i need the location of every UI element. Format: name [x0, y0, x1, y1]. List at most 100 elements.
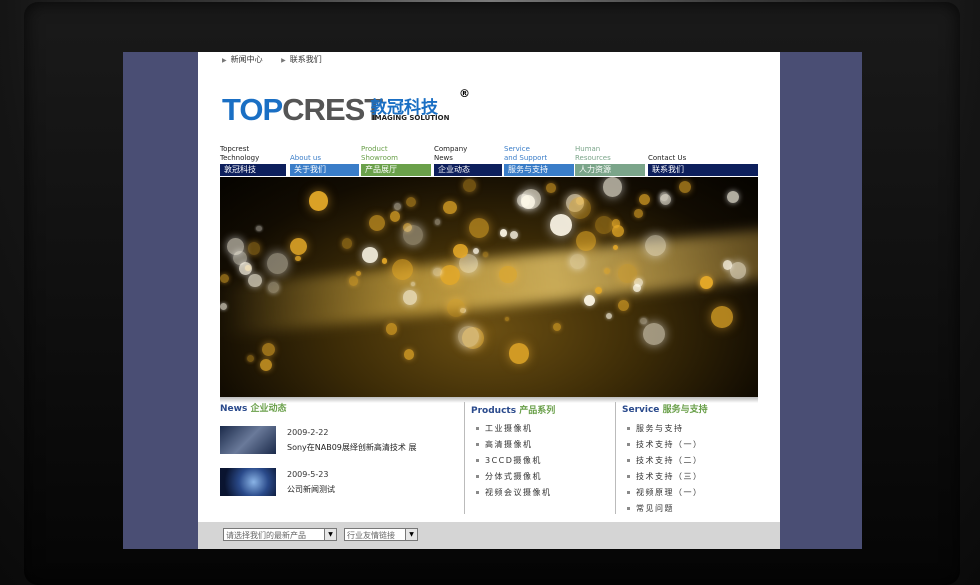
service-list: 服务与支持 技术支持（一） 技术支持（二） 技术支持（三） 视频原理（一） 常见… [627, 423, 703, 519]
bokeh-dot [617, 299, 629, 312]
list-item[interactable]: 常见问题 [627, 503, 703, 519]
bokeh-dot [227, 238, 244, 255]
bokeh-dot [499, 265, 517, 283]
bokeh-dot [368, 214, 385, 231]
list-item[interactable]: 服务与支持 [627, 423, 703, 439]
news-item[interactable]: 2009-2-22 Sony在NAB09展绎创新高清技术 展 [220, 426, 450, 460]
nav-cn-label: 服务与支持 [504, 164, 574, 176]
footer-bar: 请选择我们的最新产品 ▼ 行业友情链接 ▼ [198, 522, 780, 549]
bokeh-dot [570, 254, 585, 269]
bokeh-dot [583, 294, 595, 306]
bokeh-dot [711, 306, 733, 328]
bokeh-dot [308, 190, 329, 211]
bokeh-dot [385, 323, 397, 335]
bokeh-dot [381, 258, 388, 264]
bokeh-dot [261, 343, 275, 357]
bokeh-dot [259, 359, 272, 372]
bokeh-dot [722, 260, 733, 270]
topcrest-logo[interactable]: TOPCREST 敦冠科技 ® IMAGING SOLUTION [222, 87, 470, 128]
bokeh-dot [552, 322, 561, 331]
nav-news[interactable]: Company News 企业动态 [434, 140, 502, 176]
main-nav: Topcrest Technology 敦冠科技 About us 关于我们 P… [220, 140, 758, 176]
hero-banner-image [220, 177, 758, 397]
nav-products[interactable]: Product Showroom 产品展厅 [361, 140, 431, 176]
bokeh-dot [220, 273, 230, 283]
bokeh-dot [606, 312, 613, 319]
bokeh-dot [267, 253, 289, 275]
news-item[interactable]: 2009-5-23 公司新闻测试 [220, 468, 450, 502]
nav-about[interactable]: About us 关于我们 [290, 140, 359, 176]
nav-en-label: Service and Support [504, 145, 548, 162]
bokeh-dot [294, 255, 301, 262]
bokeh-dot [549, 214, 572, 236]
bokeh-dot [452, 243, 468, 259]
list-item[interactable]: 技术支持（三） [627, 471, 703, 487]
nav-service[interactable]: Service and Support 服务与支持 [504, 140, 574, 176]
dropdown-arrow-icon: ▼ [324, 529, 336, 540]
bokeh-dot [504, 316, 510, 322]
products-list: 工业摄像机 高清摄像机 3CCD摄像机 分体式摄像机 视频会议摄像机 [476, 423, 552, 503]
column-divider [615, 402, 616, 514]
bokeh-dot [660, 194, 672, 206]
bokeh-dot [247, 242, 261, 256]
bokeh-dot [267, 281, 279, 293]
bokeh-dot [634, 209, 643, 218]
links-select[interactable]: 行业友情链接 ▼ [344, 528, 418, 541]
news-title[interactable]: Sony在NAB09展绎创新高清技术 展 [287, 442, 416, 453]
bokeh-dot [238, 261, 252, 275]
list-item[interactable]: 视频会议摄像机 [476, 487, 552, 503]
website-page: ▶ 新闻中心 ▶ 联系我们 TOPCREST 敦冠科技 ® IMAGING SOLU… [198, 52, 780, 549]
logo-crest: CREST [282, 92, 383, 127]
bokeh-dot [246, 354, 254, 362]
bokeh-dot [594, 287, 602, 295]
nav-hr[interactable]: Human Resources 人力资源 [575, 140, 645, 176]
bokeh-dot [256, 225, 262, 232]
top-links: ▶ 新闻中心 ▶ 联系我们 [222, 54, 338, 65]
top-link-contact[interactable]: 联系我们 [290, 55, 322, 64]
list-item[interactable]: 视频原理（一） [627, 487, 703, 503]
bokeh-dot [247, 273, 262, 288]
bokeh-dot [342, 238, 353, 249]
top-link-news[interactable]: 新闻中心 [231, 55, 263, 64]
bokeh-dot [643, 323, 665, 345]
dropdown-arrow-icon: ▼ [405, 529, 417, 540]
bokeh-dot [458, 325, 480, 347]
bokeh-dot [390, 211, 401, 222]
bokeh-dot [520, 195, 535, 210]
bokeh-dot [508, 343, 530, 364]
bokeh-dot [483, 252, 488, 257]
nav-en-label: About us [290, 154, 322, 162]
nav-contact[interactable]: Contact Us 联系我们 [648, 140, 758, 176]
nav-topcrest[interactable]: Topcrest Technology 敦冠科技 [220, 140, 286, 176]
list-item[interactable]: 工业摄像机 [476, 423, 552, 439]
bokeh-dot [405, 196, 416, 207]
bokeh-dot [348, 276, 359, 286]
news-title[interactable]: 公司新闻测试 [287, 484, 335, 495]
nav-cn-label: 产品展厅 [361, 164, 431, 176]
list-item[interactable]: 3CCD摄像机 [476, 455, 552, 471]
bokeh-dot [440, 264, 461, 285]
bokeh-dot [613, 244, 619, 250]
nav-en-label: Contact Us [648, 154, 687, 162]
list-item[interactable]: 技术支持（二） [627, 455, 703, 471]
registered-mark: ® [459, 87, 470, 100]
news-heading: News 企业动态 [220, 404, 287, 414]
bokeh-dot [595, 215, 614, 234]
logo-tagline: IMAGING SOLUTION [372, 114, 450, 122]
bokeh-dot [678, 180, 692, 193]
product-select[interactable]: 请选择我们的最新产品 ▼ [223, 528, 337, 541]
news-thumbnail [220, 426, 276, 454]
nav-cn-label: 关于我们 [290, 164, 359, 176]
list-item[interactable]: 技术支持（一） [627, 439, 703, 455]
bokeh-dot [602, 177, 623, 197]
nav-en-label: Human Resources [575, 145, 611, 162]
bokeh-dot [403, 349, 415, 360]
bokeh-dot [569, 196, 592, 219]
nav-en-label: Company News [434, 145, 468, 162]
list-item[interactable]: 高清摄像机 [476, 439, 552, 455]
news-date: 2009-5-23 [287, 470, 329, 479]
arrow-icon: ▶ [222, 57, 227, 64]
nav-cn-label: 敦冠科技 [220, 164, 286, 176]
column-divider [464, 402, 465, 514]
list-item[interactable]: 分体式摄像机 [476, 471, 552, 487]
